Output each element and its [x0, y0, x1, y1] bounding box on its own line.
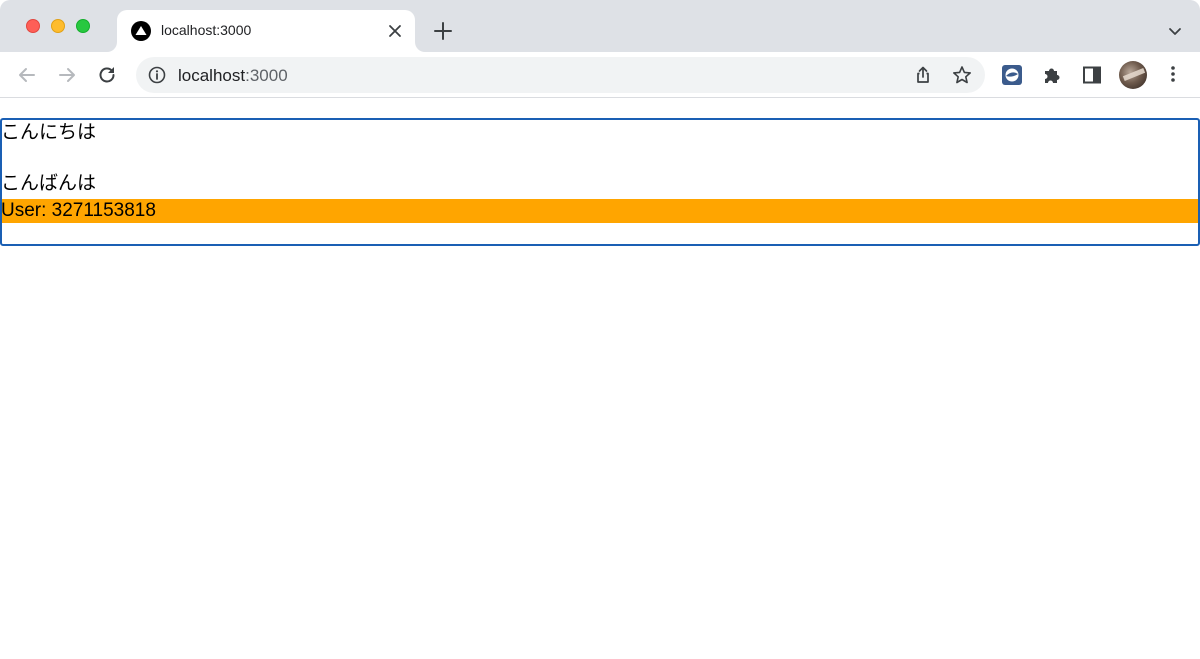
tab-strip: localhost:3000	[0, 0, 1200, 52]
close-window-button[interactable]	[26, 19, 40, 33]
profile-avatar[interactable]	[1119, 61, 1147, 89]
info-icon[interactable]	[148, 66, 166, 84]
minimize-window-button[interactable]	[51, 19, 65, 33]
browser-toolbar: localhost:3000	[0, 52, 1200, 98]
greeting-text: こんにちは	[1, 122, 97, 143]
back-arrow-icon[interactable]	[16, 64, 38, 86]
extension-badge-icon[interactable]	[1001, 64, 1023, 86]
reload-icon[interactable]	[96, 64, 118, 86]
url-text[interactable]: localhost:3000	[178, 66, 288, 86]
star-icon[interactable]	[952, 65, 972, 85]
vertical-dots-icon[interactable]	[1163, 63, 1183, 85]
chevron-down-icon[interactable]	[1168, 24, 1182, 35]
address-bar[interactable]: localhost:3000	[136, 57, 985, 93]
url-host: localhost	[178, 66, 246, 85]
user-label: User: 3271153818	[1, 200, 156, 221]
tab-localhost[interactable]: localhost:3000	[117, 10, 415, 52]
triangle-logo-icon	[131, 21, 151, 41]
maximize-window-button[interactable]	[76, 19, 90, 33]
tab-title: localhost:3000	[161, 22, 252, 38]
new-tab-icon[interactable]	[432, 20, 454, 42]
close-tab-icon[interactable]	[385, 21, 405, 41]
greeting-text: こんばんは	[1, 173, 97, 194]
user-highlight-bar	[2, 199, 1198, 223]
url-port: :3000	[245, 66, 288, 85]
page-viewport: こんにちは こんばんは User: 3271153818	[0, 99, 1200, 659]
forward-arrow-icon[interactable]	[56, 64, 78, 86]
browser-window: localhost:3000 localhost:3000 こんにちは こんばん…	[0, 0, 1200, 659]
side-panel-icon[interactable]	[1081, 64, 1103, 86]
share-icon[interactable]	[913, 65, 933, 85]
focused-container	[0, 118, 1200, 246]
puzzle-piece-icon[interactable]	[1041, 64, 1063, 86]
